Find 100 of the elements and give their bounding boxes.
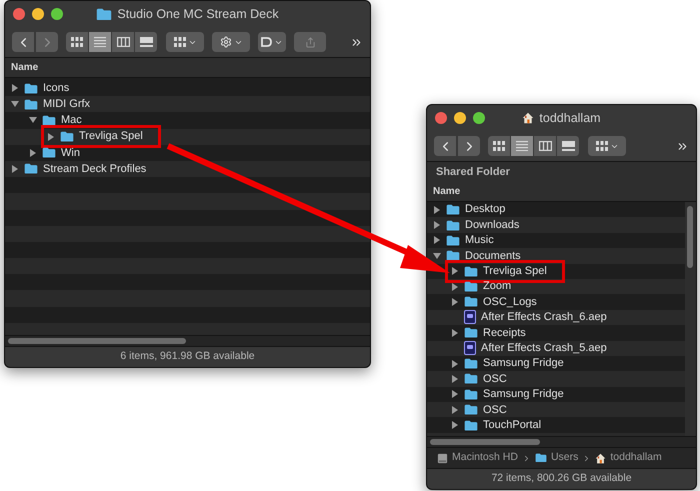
tag-button[interactable] xyxy=(258,32,286,52)
vertical-scrollbar[interactable] xyxy=(685,202,696,436)
action-button[interactable] xyxy=(212,32,250,52)
close-button[interactable] xyxy=(435,112,447,124)
folder-icon xyxy=(446,250,460,262)
file-row[interactable]: Samsung Fridge xyxy=(427,356,685,372)
folder-icon xyxy=(446,204,460,216)
back-button[interactable] xyxy=(12,32,34,52)
home-icon xyxy=(522,112,534,124)
file-row[interactable]: Samsung Fridge xyxy=(427,386,685,402)
folder-icon xyxy=(24,163,38,175)
folder-icon xyxy=(464,420,478,431)
group-button[interactable] xyxy=(166,32,204,52)
view-mode-button[interactable] xyxy=(511,136,534,156)
minimize-button[interactable] xyxy=(32,8,44,20)
file-row[interactable]: Documents xyxy=(427,248,685,264)
folder-icon xyxy=(464,358,478,370)
file-name: Downloads xyxy=(465,218,520,233)
disclosure-right-icon[interactable] xyxy=(11,84,19,92)
file-row[interactable]: Downloads xyxy=(427,217,685,233)
file-name: Mac xyxy=(61,113,82,128)
columns-icon xyxy=(116,37,130,47)
file-name: Music xyxy=(465,233,494,248)
list-icon xyxy=(516,141,528,151)
group-button[interactable] xyxy=(588,136,626,156)
folder-icon xyxy=(464,266,478,277)
file-name: Zoom xyxy=(483,279,512,294)
disclosure-down-icon[interactable] xyxy=(11,100,19,108)
path-item[interactable]: toddhallam xyxy=(595,450,662,466)
view-mode-button[interactable] xyxy=(89,32,112,52)
file-name: Trevliga Spel xyxy=(79,129,143,144)
path-item[interactable]: Users xyxy=(534,450,578,466)
share-icon xyxy=(304,36,316,48)
folder-icon xyxy=(24,82,38,94)
zoom-button[interactable] xyxy=(51,8,63,20)
file-name: Samsung Fridge xyxy=(483,356,564,372)
status-text: 6 items, 961.98 GB available xyxy=(120,349,255,364)
folder-icon xyxy=(464,388,478,400)
view-mode-button[interactable] xyxy=(557,136,580,156)
disclosure-down-icon[interactable] xyxy=(29,116,37,124)
grid-icon xyxy=(71,37,83,47)
file-name: Documents xyxy=(465,248,521,264)
horizontal-scrollbar[interactable] xyxy=(427,436,696,447)
file-name: OSC xyxy=(483,372,507,387)
view-mode-button[interactable] xyxy=(488,136,511,156)
file-name: Icons xyxy=(43,80,70,96)
folder-icon xyxy=(96,8,112,20)
home-icon xyxy=(595,452,606,464)
file-name: After Effects Crash_5.aep xyxy=(481,340,607,356)
file-name: Win xyxy=(61,146,80,161)
grid-icon xyxy=(174,37,186,47)
folder-icon xyxy=(464,296,478,308)
zoom-button[interactable] xyxy=(473,112,485,124)
list-icon xyxy=(94,37,106,47)
file-row[interactable]: OSC xyxy=(427,371,685,387)
folder-icon xyxy=(464,373,478,385)
file-row[interactable]: MIDI Grfx xyxy=(5,96,370,112)
file-name: After Effects Crash_6.aep xyxy=(481,310,607,326)
file-name: Desktop xyxy=(465,202,506,218)
minimize-button[interactable] xyxy=(454,112,466,124)
file-row[interactable]: Desktop xyxy=(427,202,685,218)
grid-icon xyxy=(493,141,505,151)
folder-icon xyxy=(42,114,56,126)
section-header: Shared Folder xyxy=(436,164,510,180)
disclosure-right-icon[interactable] xyxy=(47,132,55,141)
disclosure-down-icon[interactable] xyxy=(433,252,441,260)
folder-icon xyxy=(60,131,74,142)
gallery-icon xyxy=(562,141,574,151)
view-mode-button[interactable] xyxy=(112,32,135,52)
document-icon xyxy=(464,341,476,356)
view-mode-button[interactable] xyxy=(66,32,89,52)
file-name: OSC xyxy=(483,402,507,418)
disclosure-right-icon[interactable] xyxy=(11,165,19,174)
disclosure-right-icon[interactable] xyxy=(451,328,459,337)
file-row[interactable]: Icons xyxy=(5,80,370,96)
horizontal-scrollbar[interactable] xyxy=(5,335,370,346)
view-mode-button[interactable] xyxy=(135,32,158,52)
file-row[interactable]: Stream Deck Profiles xyxy=(5,160,370,178)
close-button[interactable] xyxy=(13,8,25,20)
file-row[interactable]: After Effects Crash_5.aep xyxy=(427,340,685,356)
status-text: 72 items, 800.26 GB available xyxy=(491,471,632,486)
file-row[interactable]: OSC xyxy=(427,402,685,418)
disclosure-right-icon[interactable] xyxy=(29,148,37,157)
file-name: TouchPortal xyxy=(483,418,542,433)
path-item[interactable]: Macintosh HD xyxy=(437,450,518,466)
folder-icon xyxy=(446,234,460,246)
folder-icon xyxy=(464,404,478,416)
gallery-icon xyxy=(140,37,152,47)
file-row[interactable]: Mac xyxy=(5,112,370,129)
share-button[interactable] xyxy=(294,32,326,52)
window-title: toddhallam xyxy=(539,110,601,127)
back-button[interactable] xyxy=(434,136,456,156)
forward-button[interactable] xyxy=(458,136,480,156)
file-name: Trevliga Spel xyxy=(483,264,547,280)
view-mode-button[interactable] xyxy=(534,136,557,156)
document-icon xyxy=(464,310,476,324)
folder-icon xyxy=(534,453,547,463)
column-title: Name xyxy=(433,185,460,199)
settings-icon xyxy=(220,36,232,48)
file-row[interactable]: After Effects Crash_6.aep xyxy=(427,310,685,326)
